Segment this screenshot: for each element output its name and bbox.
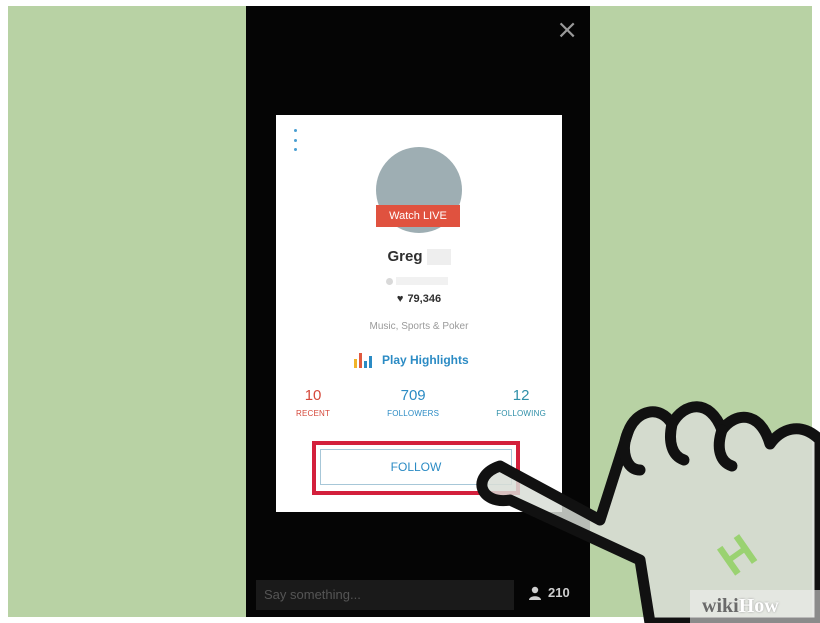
stat-recent[interactable]: 10 RECENT [296, 387, 330, 418]
viewer-icon [529, 586, 541, 600]
profile-card: Watch LIVE Greg ♥ 79,346 Music, Sports & … [276, 115, 562, 512]
stat-followers[interactable]: 709 FOLLOWERS [387, 387, 439, 418]
stat-recent-label: RECENT [296, 409, 331, 418]
stat-followers-label: FOLLOWERS [387, 409, 440, 418]
play-highlights-button[interactable]: Play Highlights [354, 349, 469, 371]
close-icon[interactable]: × [556, 17, 578, 43]
viewer-count: 210 [528, 585, 570, 600]
stat-following-label: FOLLOWING [496, 409, 546, 418]
redacted-surname [426, 249, 451, 266]
redacted-handle [386, 272, 450, 286]
heart-icon: ♥ [396, 293, 404, 305]
likes-count: ♥ 79,346 [276, 293, 562, 305]
profile-name: Greg [276, 248, 562, 266]
profile-name-text: Greg [387, 248, 423, 265]
wikihow-watermark: wikiHow [690, 590, 820, 623]
stat-followers-value: 709 [400, 387, 426, 404]
stat-recent-value: 10 [304, 387, 322, 404]
more-options-icon[interactable] [290, 129, 300, 151]
follow-button[interactable]: FOLLOW [320, 449, 512, 485]
stat-following-value: 12 [512, 387, 530, 404]
profile-topics: Music, Sports & Poker [369, 321, 469, 332]
comment-input[interactable]: Say something... [256, 580, 514, 610]
watermark-wiki: wiki [702, 595, 739, 617]
equalizer-icon [354, 352, 374, 368]
watermark-how: How [738, 595, 779, 617]
phone-screen: × Watch LIVE Greg ♥ 79,346 Music, Sports … [246, 6, 590, 617]
screenshot: × Watch LIVE Greg ♥ 79,346 Music, Sports … [0, 0, 820, 623]
likes-value: 79,346 [407, 293, 442, 305]
viewer-count-value: 210 [548, 585, 570, 600]
watch-live-button[interactable]: Watch LIVE [376, 205, 460, 227]
play-highlights-label: Play Highlights [382, 353, 469, 367]
stat-following[interactable]: 12 FOLLOWING [496, 387, 546, 418]
profile-stats: 10 RECENT 709 FOLLOWERS 12 FOLLOWING [296, 387, 546, 418]
